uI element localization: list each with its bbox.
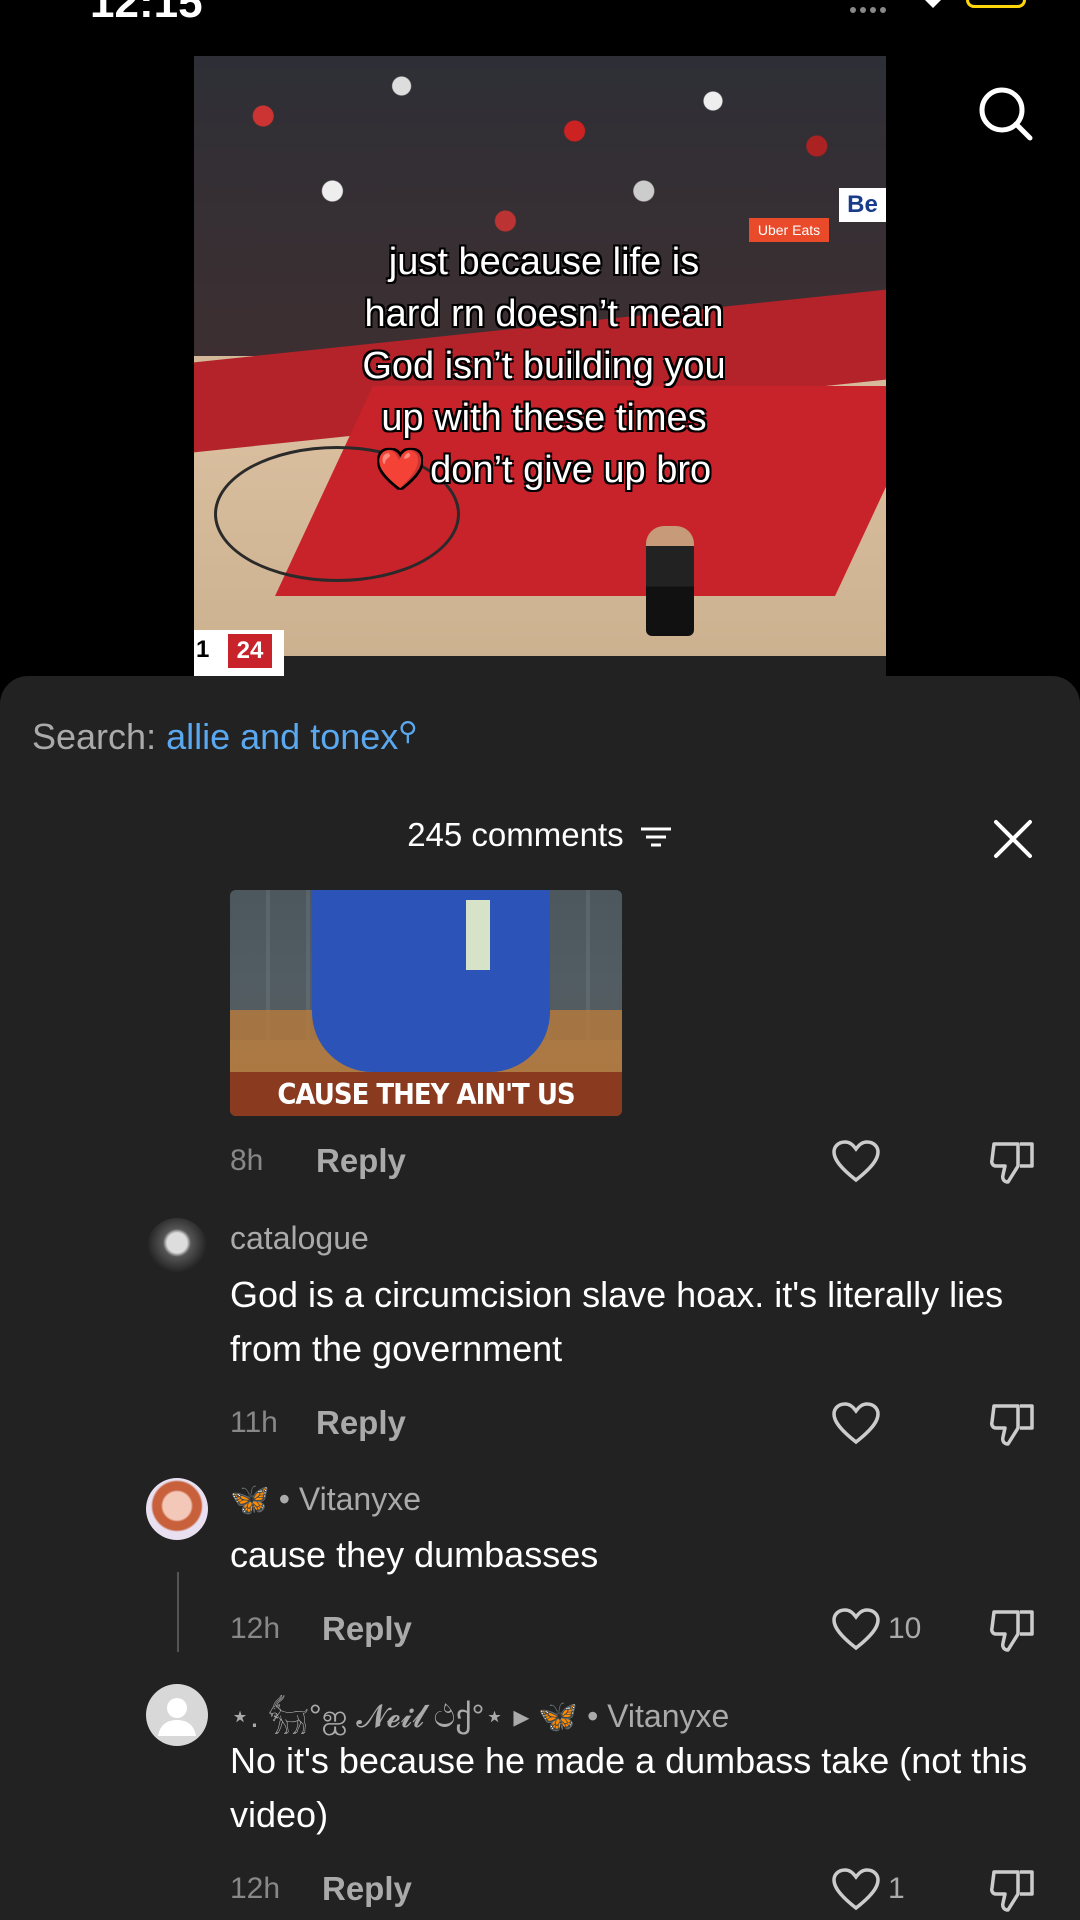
- meme-person: [312, 890, 550, 1072]
- caption-line: God isn’t building you: [362, 345, 726, 387]
- status-bar: 12:15: [0, 0, 1080, 27]
- heart-icon[interactable]: [832, 1608, 880, 1652]
- default-avatar-icon: [158, 1698, 196, 1736]
- reply-button[interactable]: Reply: [322, 1870, 412, 1908]
- wifi-icon: [925, 0, 941, 8]
- dislike-icon[interactable]: [988, 1138, 1036, 1186]
- avatar[interactable]: [146, 1684, 208, 1746]
- search-mini-icon: ⚲: [398, 716, 418, 746]
- dislike-icon[interactable]: [988, 1400, 1036, 1448]
- caption-line-text: don’t give up bro: [430, 449, 712, 491]
- comment-username[interactable]: catalogue: [230, 1220, 369, 1257]
- status-time: 12:15: [90, 0, 203, 27]
- heart-icon[interactable]: [832, 1402, 880, 1446]
- close-icon[interactable]: [990, 816, 1036, 862]
- comments-count: 245 comments: [407, 816, 624, 853]
- search-suggestion[interactable]: Search: allie and tonex⚲: [32, 716, 417, 758]
- comment-text: cause they dumbasses: [230, 1534, 599, 1575]
- comment-text: No it's because he made a dumbass take (…: [230, 1740, 1028, 1835]
- signal-icon: [850, 0, 900, 13]
- meme-tie: [466, 900, 490, 970]
- like-count: 1: [888, 1872, 905, 1905]
- comments-header: 245 comments: [0, 816, 1080, 854]
- dislike-icon[interactable]: [988, 1606, 1036, 1654]
- like-count: 10: [888, 1612, 922, 1645]
- avatar[interactable]: [146, 1218, 208, 1280]
- heart-emoji: ❤️: [376, 449, 425, 491]
- search-term-link[interactable]: allie and tonex: [166, 716, 398, 757]
- comment-username-row[interactable]: ⋆. 𓃶°ஐ 𝓝𝓮𝓲𝓵 ථქ°⋆ ▸ 🦋 • Vitanyxe: [230, 1686, 1060, 1739]
- heart-icon[interactable]: [832, 1140, 880, 1184]
- comment-username-row[interactable]: 🦋 • Vitanyxe: [230, 1480, 421, 1518]
- comments-sheet: Search: allie and tonex⚲ 245 comments CA…: [0, 676, 1080, 1920]
- butterfly-emoji: 🦋: [230, 1481, 270, 1517]
- search-icon[interactable]: [976, 84, 1036, 144]
- video-caption: just because life is hard rn doesn’t mea…: [294, 236, 794, 496]
- comment-time: 11h: [230, 1406, 278, 1439]
- caption-line: just because life is: [388, 241, 700, 283]
- caption-line: up with these times: [381, 397, 707, 439]
- dislike-icon[interactable]: [988, 1866, 1036, 1914]
- sponsor-board: Be: [839, 188, 886, 222]
- caption-line: ❤️ don’t give up bro: [294, 444, 794, 496]
- comment-text: God is a circumcision slave hoax. it's l…: [230, 1274, 1004, 1369]
- comment-time: 12h: [230, 1612, 281, 1645]
- comment-time: 8h: [230, 1144, 264, 1177]
- scoreboard: 1 24: [194, 630, 284, 676]
- referee: [646, 526, 694, 636]
- comment-time: 12h: [230, 1872, 281, 1905]
- comment-image[interactable]: CAUSE THEY AIN'T US: [230, 890, 622, 1116]
- search-label: Search:: [32, 716, 157, 757]
- bottom-crowd: [194, 656, 886, 676]
- reply-button[interactable]: Reply: [316, 1404, 406, 1442]
- video-player[interactable]: Uber Eats Be just because life is hard r…: [194, 56, 886, 676]
- score-left: 1: [196, 636, 210, 663]
- butterfly-emoji: 🦋: [538, 1698, 579, 1734]
- meme-caption: CAUSE THEY AIN'T US: [277, 1078, 575, 1112]
- comment-username: ⋆. 𓃶°ஐ 𝓝𝓮𝓲𝓵 ථქ°⋆ ▸: [230, 1698, 530, 1734]
- filter-icon[interactable]: [639, 825, 673, 849]
- comment-username: • Vitanyxe: [278, 1481, 421, 1517]
- caption-line: hard rn doesn’t mean: [364, 293, 724, 335]
- avatar[interactable]: [146, 1478, 208, 1540]
- reply-button[interactable]: Reply: [322, 1610, 412, 1648]
- thread-line: [177, 1572, 179, 1652]
- score-right: 24: [228, 634, 272, 668]
- reply-target-username: • Vitanyxe: [587, 1698, 730, 1734]
- heart-icon[interactable]: [832, 1868, 880, 1912]
- battery-icon: [966, 0, 1026, 8]
- reply-button[interactable]: Reply: [316, 1142, 406, 1180]
